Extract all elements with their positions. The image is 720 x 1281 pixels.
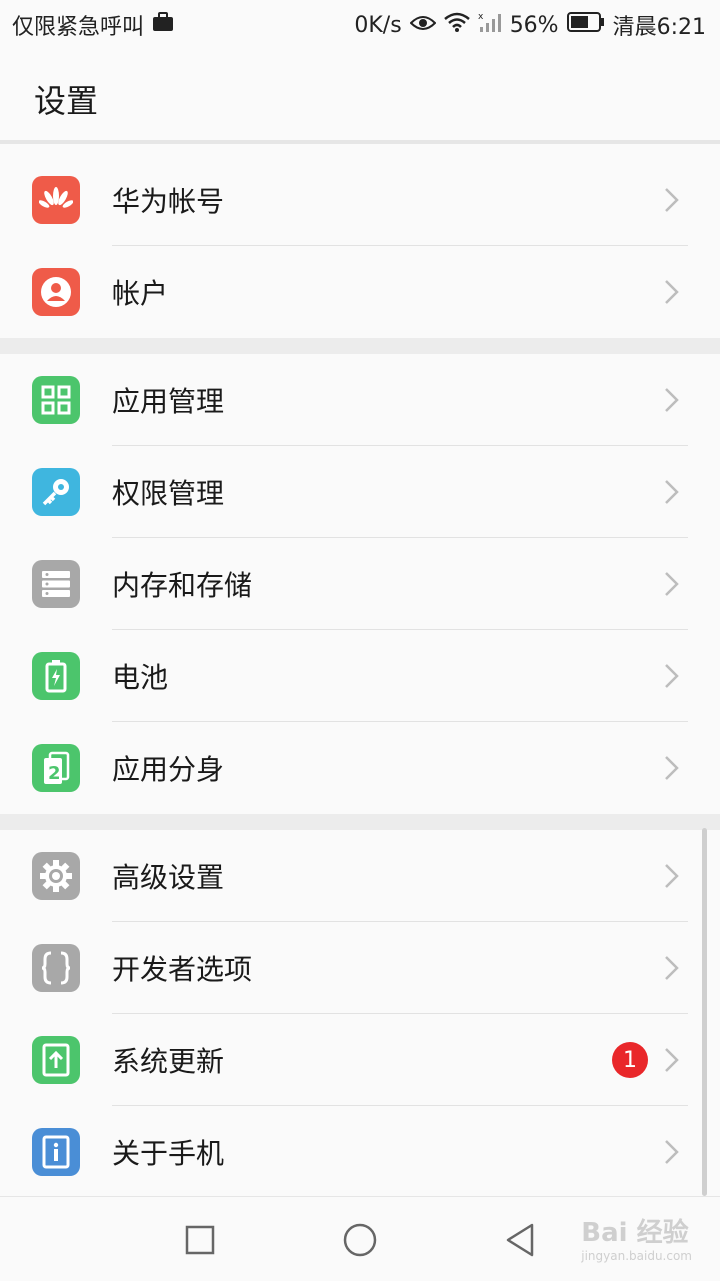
- eye-comfort-icon: [409, 13, 437, 38]
- clock: 清晨6:21: [612, 15, 706, 40]
- top-spacer: [0, 144, 720, 154]
- settings-list: 华为帐号 帐户 应用管理 权限管理 内存和存储 电池 2 应用分身 高级设置 开…: [0, 144, 720, 1198]
- back-button[interactable]: [497, 1217, 543, 1263]
- no-signal-icon: x: [478, 11, 502, 39]
- app-twin-icon: 2: [32, 744, 80, 792]
- chevron-right-icon: [665, 572, 679, 596]
- settings-item-label: 应用管理: [112, 385, 225, 418]
- settings-item-label: 华为帐号: [112, 185, 225, 218]
- settings-item-app-twin[interactable]: 2 应用分身: [0, 722, 720, 814]
- battery-status-icon: [566, 12, 605, 38]
- settings-item-label: 权限管理: [112, 477, 225, 510]
- update-icon: [32, 1036, 80, 1084]
- watermark-url: jingyan.baidu.com: [581, 1249, 692, 1263]
- network-speed: 0K/s: [354, 12, 402, 38]
- settings-group-system: 高级设置 开发者选项 系统更新 1 关于手机: [0, 830, 720, 1198]
- chevron-right-icon: [665, 1140, 679, 1164]
- svg-text:2: 2: [48, 763, 61, 784]
- group-separator: [0, 338, 720, 354]
- chevron-right-icon: [665, 956, 679, 980]
- settings-item-huawei-id[interactable]: 华为帐号: [0, 154, 720, 246]
- battery-percent: 56%: [509, 12, 559, 38]
- settings-item-label: 系统更新: [112, 1045, 225, 1078]
- braces-icon: [32, 944, 80, 992]
- settings-item-label: 应用分身: [112, 753, 225, 786]
- settings-item-permissions[interactable]: 权限管理: [0, 446, 720, 538]
- settings-group-account: 华为帐号 帐户: [0, 154, 720, 338]
- page-title: 设置: [34, 82, 99, 120]
- settings-item-label: 高级设置: [112, 861, 225, 894]
- battery-icon: [32, 652, 80, 700]
- home-button[interactable]: [337, 1217, 383, 1263]
- settings-item-developer-options[interactable]: 开发者选项: [0, 922, 720, 1014]
- chevron-right-icon: [665, 188, 679, 212]
- carrier-text: 仅限紧急呼叫: [12, 15, 145, 40]
- settings-item-battery[interactable]: 电池: [0, 630, 720, 722]
- settings-item-label: 关于手机: [112, 1137, 225, 1170]
- huawei-logo-icon: [32, 176, 80, 224]
- key-icon: [32, 468, 80, 516]
- storage-icon: [32, 560, 80, 608]
- app-bar: 设置: [0, 50, 720, 140]
- chevron-right-icon: [665, 388, 679, 412]
- group-separator: [0, 814, 720, 830]
- chevron-right-icon: [665, 756, 679, 780]
- chevron-right-icon: [665, 280, 679, 304]
- settings-item-label: 内存和存储: [112, 569, 253, 602]
- chevron-right-icon: [665, 480, 679, 504]
- watermark: Bai 经验 jingyan.baidu.com: [581, 1212, 692, 1263]
- wifi-icon: [443, 12, 470, 38]
- chevron-right-icon: [665, 864, 679, 888]
- settings-item-accounts[interactable]: 帐户: [0, 246, 720, 338]
- settings-item-advanced[interactable]: 高级设置: [0, 830, 720, 922]
- settings-item-label: 帐户: [112, 277, 169, 310]
- info-icon: [32, 1128, 80, 1176]
- briefcase-icon: [152, 12, 174, 38]
- chevron-right-icon: [665, 664, 679, 688]
- recents-button[interactable]: [177, 1217, 223, 1263]
- notification-badge: 1: [612, 1042, 648, 1078]
- account-icon: [32, 268, 80, 316]
- chevron-right-icon: [665, 1048, 679, 1072]
- scrollbar[interactable]: [702, 828, 707, 1196]
- settings-item-system-update[interactable]: 系统更新 1: [0, 1014, 720, 1106]
- settings-item-label: 电池: [112, 661, 169, 694]
- apps-grid-icon: [32, 376, 80, 424]
- settings-item-storage[interactable]: 内存和存储: [0, 538, 720, 630]
- svg-text:x: x: [478, 12, 484, 22]
- settings-group-apps: 应用管理 权限管理 内存和存储 电池 2 应用分身: [0, 354, 720, 814]
- status-bar: 仅限紧急呼叫 0K/s x 56% 清晨6:21: [0, 0, 720, 50]
- settings-item-app-management[interactable]: 应用管理: [0, 354, 720, 446]
- settings-item-label: 开发者选项: [112, 953, 253, 986]
- gear-icon: [32, 852, 80, 900]
- settings-item-about-phone[interactable]: 关于手机: [0, 1106, 720, 1198]
- watermark-brand: Bai 经验: [581, 1218, 689, 1248]
